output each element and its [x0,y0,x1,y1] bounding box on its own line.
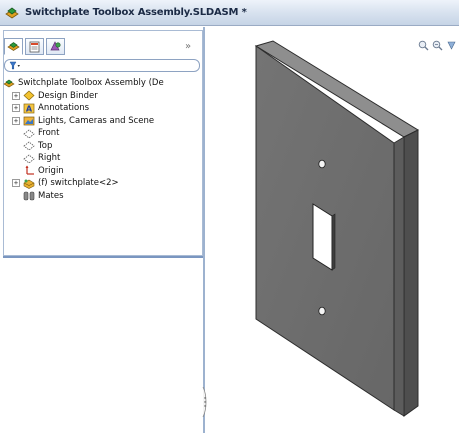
tree-item-origin[interactable]: Origin [2,165,202,178]
panel-resize-grip[interactable] [202,387,208,417]
zoom-area-icon[interactable] [432,40,443,51]
pane-splitter[interactable] [3,256,203,258]
plate-right-bevel [393,136,405,417]
upper-screw-hole [318,159,326,169]
view-orientation-icon[interactable] [446,40,457,51]
feature-tree: Switchplate Toolbox Assembly (De + Desig… [2,77,202,202]
panel-tabs [4,38,65,55]
window-title: Switchplate Toolbox Assembly.SLDASM * [25,7,247,18]
part-icon [22,177,35,189]
tree-item-top-plane[interactable]: Top [2,140,202,153]
tree-item-design-binder[interactable]: + Design Binder [2,90,202,103]
assembly-icon [2,77,15,89]
tree-item-right-plane[interactable]: Right [2,152,202,165]
feature-manager-panel: » Switchplate Toolbox Assembly (De + Des… [0,27,208,433]
annotations-icon: A [22,102,35,114]
design-binder-icon [22,90,35,102]
tab-configuration-manager[interactable] [46,38,65,55]
expand-toggle[interactable]: + [12,116,20,125]
switchplate-model[interactable] [240,30,425,420]
tree-item-front-plane[interactable]: Front [2,127,202,140]
plane-icon [22,127,35,139]
assembly-icon [5,7,19,18]
tree-root-label: Switchplate Toolbox Assembly (De [18,78,164,89]
lower-screw-hole [318,306,326,316]
svg-text:A: A [25,104,32,113]
expand-toggle[interactable]: + [12,179,20,188]
title-bar: Switchplate Toolbox Assembly.SLDASM * [0,0,459,26]
tree-item-annotations[interactable]: + A Annotations [2,102,202,115]
feature-manager-icon [7,42,20,51]
property-manager-icon [29,41,40,53]
plate-right-side [403,129,419,417]
tree-item-lights-cameras[interactable]: + Lights, Cameras and Scene [2,115,202,128]
tab-property-manager[interactable] [25,38,44,55]
plane-icon [22,140,35,152]
tree-item-mates[interactable]: Mates [2,190,202,203]
tree-root[interactable]: Switchplate Toolbox Assembly (De [2,77,202,90]
expand-toggle[interactable]: + [12,104,20,113]
lights-cameras-icon [22,115,35,127]
expand-toggle[interactable]: + [12,91,20,100]
tab-feature-manager[interactable] [4,38,23,55]
toggle-opening [312,203,333,271]
feature-filter-input[interactable] [4,59,200,72]
filter-icon [9,61,20,70]
plane-icon [22,152,35,164]
tree-item-switchplate[interactable]: + (f) switchplate<2> [2,177,202,190]
expand-chevron-icon[interactable]: » [185,41,191,52]
origin-icon [22,165,35,177]
mates-icon [22,190,35,202]
configuration-manager-icon [50,41,61,51]
